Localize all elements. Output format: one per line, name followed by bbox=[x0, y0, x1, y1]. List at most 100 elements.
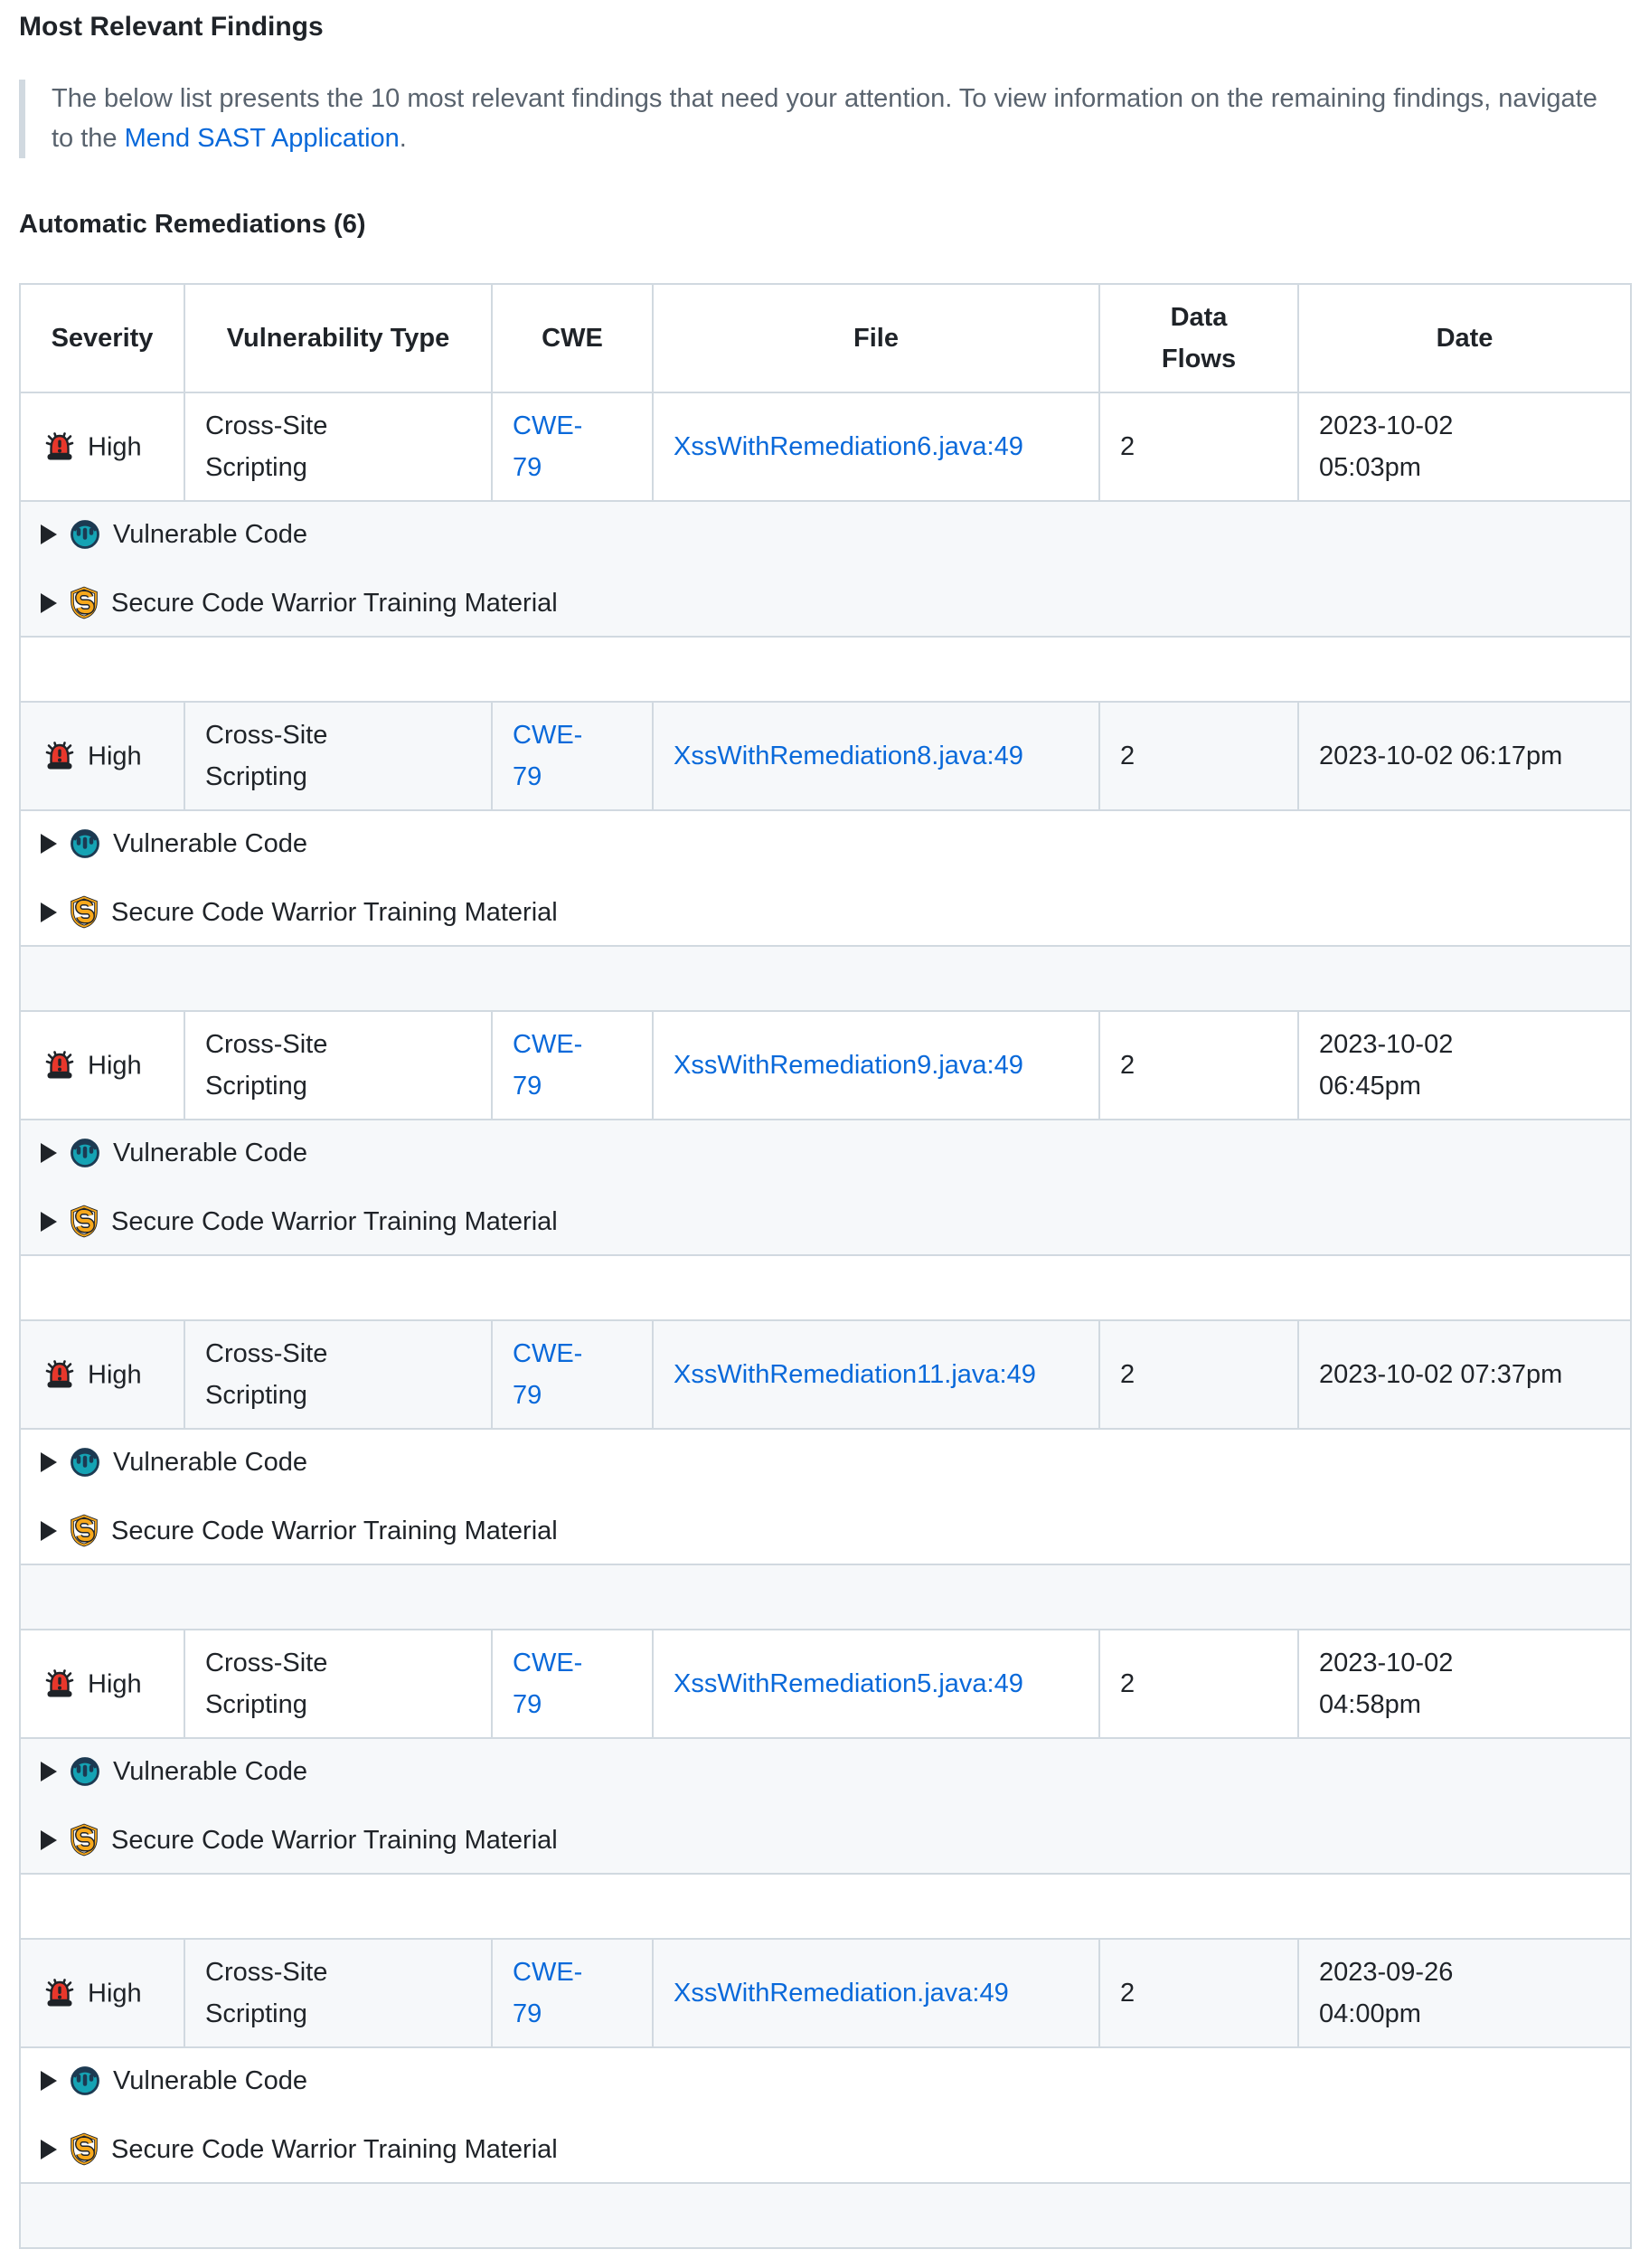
file-cell: XssWithRemediation11.java:49 bbox=[653, 1320, 1099, 1429]
date-cell: 2023-10-02 07:37pm bbox=[1298, 1320, 1631, 1429]
training-material-summary[interactable]: Secure Code Warrior Training Material bbox=[41, 1510, 1610, 1552]
spacer-row bbox=[20, 1874, 1631, 1939]
secure-code-warrior-icon bbox=[69, 586, 99, 619]
details-row: Vulnerable Code Secure Code Warrior Trai… bbox=[20, 2047, 1631, 2183]
col-header-cwe: CWE bbox=[492, 284, 653, 392]
data-flows-cell: 2 bbox=[1099, 702, 1298, 810]
vulnerable-code-details: Vulnerable Code bbox=[41, 823, 1610, 865]
type-cell: Cross-Site Scripting bbox=[184, 1939, 492, 2047]
expand-triangle-icon bbox=[41, 1830, 57, 1850]
finding-row: High Cross-Site Scripting CWE-79 XssWith… bbox=[20, 702, 1631, 810]
vulnerable-code-details: Vulnerable Code bbox=[41, 2060, 1610, 2102]
finding-row: High Cross-Site Scripting CWE-79 XssWith… bbox=[20, 1630, 1631, 1738]
severity-cell: High bbox=[20, 1011, 184, 1120]
details-cell: Vulnerable Code Secure Code Warrior Trai… bbox=[20, 1120, 1631, 1255]
data-flows-cell: 2 bbox=[1099, 1939, 1298, 2047]
expand-triangle-icon bbox=[41, 902, 57, 922]
training-material-details: Secure Code Warrior Training Material bbox=[41, 1510, 1610, 1552]
spacer-row bbox=[20, 946, 1631, 1011]
date-cell: 2023-10-02 06:45pm bbox=[1298, 1011, 1631, 1120]
vulnerable-code-icon bbox=[69, 827, 101, 860]
details-row: Vulnerable Code Secure Code Warrior Trai… bbox=[20, 1738, 1631, 1874]
high-severity-icon bbox=[41, 738, 79, 774]
severity-cell: High bbox=[20, 1939, 184, 2047]
vulnerable-code-summary[interactable]: Vulnerable Code bbox=[41, 1751, 1610, 1792]
vulnerable-code-summary[interactable]: Vulnerable Code bbox=[41, 514, 1610, 555]
vulnerable-code-icon bbox=[69, 1137, 101, 1169]
type-cell: Cross-Site Scripting bbox=[184, 1630, 492, 1738]
training-material-summary[interactable]: Secure Code Warrior Training Material bbox=[41, 1201, 1610, 1243]
cwe-cell: CWE-79 bbox=[492, 1320, 653, 1429]
cwe-link[interactable]: CWE-79 bbox=[513, 714, 599, 798]
expand-triangle-icon bbox=[41, 1143, 57, 1163]
secure-code-warrior-icon bbox=[69, 1205, 99, 1238]
cwe-link[interactable]: CWE-79 bbox=[513, 1333, 599, 1416]
vulnerable-code-details: Vulnerable Code bbox=[41, 1751, 1610, 1792]
notice-blockquote: The below list presents the 10 most rele… bbox=[19, 80, 1630, 158]
high-severity-icon bbox=[41, 1975, 79, 2011]
cwe-cell: CWE-79 bbox=[492, 392, 653, 501]
cwe-link[interactable]: CWE-79 bbox=[513, 1951, 599, 2035]
file-link[interactable]: XssWithRemediation5.java:49 bbox=[674, 1669, 1023, 1698]
spacer-row bbox=[20, 637, 1631, 702]
expand-triangle-icon bbox=[41, 834, 57, 854]
details-cell: Vulnerable Code Secure Code Warrior Trai… bbox=[20, 1738, 1631, 1874]
expand-triangle-icon bbox=[41, 2071, 57, 2091]
training-material-summary[interactable]: Secure Code Warrior Training Material bbox=[41, 892, 1610, 933]
data-flows-cell: 2 bbox=[1099, 392, 1298, 501]
vulnerable-code-icon bbox=[69, 1755, 101, 1788]
file-link[interactable]: XssWithRemediation11.java:49 bbox=[674, 1360, 1036, 1389]
cwe-cell: CWE-79 bbox=[492, 1011, 653, 1120]
file-link[interactable]: XssWithRemediation6.java:49 bbox=[674, 432, 1023, 461]
details-cell: Vulnerable Code Secure Code Warrior Trai… bbox=[20, 2047, 1631, 2183]
spacer-row bbox=[20, 1564, 1631, 1630]
details-row: Vulnerable Code Secure Code Warrior Trai… bbox=[20, 1120, 1631, 1255]
mend-sast-application-link[interactable]: Mend SAST Application bbox=[125, 124, 400, 153]
expand-triangle-icon bbox=[41, 524, 57, 544]
training-material-summary[interactable]: Secure Code Warrior Training Material bbox=[41, 582, 1610, 624]
expand-triangle-icon bbox=[41, 2140, 57, 2159]
vulnerable-code-summary[interactable]: Vulnerable Code bbox=[41, 2060, 1610, 2102]
notice-text-after: . bbox=[400, 124, 407, 153]
col-header-date: Date bbox=[1298, 284, 1631, 392]
expand-triangle-icon bbox=[41, 593, 57, 613]
type-cell: Cross-Site Scripting bbox=[184, 1011, 492, 1120]
type-cell: Cross-Site Scripting bbox=[184, 702, 492, 810]
severity-label: High bbox=[88, 1360, 142, 1389]
training-material-details: Secure Code Warrior Training Material bbox=[41, 1201, 1610, 1243]
cwe-link[interactable]: CWE-79 bbox=[513, 405, 599, 488]
date-cell: 2023-10-02 05:03pm bbox=[1298, 392, 1631, 501]
severity-cell: High bbox=[20, 1320, 184, 1429]
file-cell: XssWithRemediation8.java:49 bbox=[653, 702, 1099, 810]
file-cell: XssWithRemediation6.java:49 bbox=[653, 392, 1099, 501]
training-material-summary[interactable]: Secure Code Warrior Training Material bbox=[41, 1819, 1610, 1861]
file-link[interactable]: XssWithRemediation9.java:49 bbox=[674, 1051, 1023, 1080]
details-row: Vulnerable Code Secure Code Warrior Trai… bbox=[20, 501, 1631, 637]
high-severity-icon bbox=[41, 429, 79, 465]
expand-triangle-icon bbox=[41, 1212, 57, 1232]
type-cell: Cross-Site Scripting bbox=[184, 392, 492, 501]
secure-code-warrior-icon bbox=[69, 2132, 99, 2166]
severity-label: High bbox=[88, 742, 142, 770]
vulnerable-code-icon bbox=[69, 518, 101, 551]
cwe-link[interactable]: CWE-79 bbox=[513, 1024, 599, 1107]
training-material-details: Secure Code Warrior Training Material bbox=[41, 892, 1610, 933]
details-cell: Vulnerable Code Secure Code Warrior Trai… bbox=[20, 501, 1631, 637]
date-cell: 2023-10-02 04:58pm bbox=[1298, 1630, 1631, 1738]
vulnerable-code-summary[interactable]: Vulnerable Code bbox=[41, 1132, 1610, 1174]
vulnerable-code-summary[interactable]: Vulnerable Code bbox=[41, 823, 1610, 865]
finding-row: High Cross-Site Scripting CWE-79 XssWith… bbox=[20, 1320, 1631, 1429]
vulnerable-code-details: Vulnerable Code bbox=[41, 1132, 1610, 1174]
file-link[interactable]: XssWithRemediation8.java:49 bbox=[674, 742, 1023, 770]
finding-row: High Cross-Site Scripting CWE-79 XssWith… bbox=[20, 1011, 1631, 1120]
training-material-summary[interactable]: Secure Code Warrior Training Material bbox=[41, 2129, 1610, 2170]
file-cell: XssWithRemediation9.java:49 bbox=[653, 1011, 1099, 1120]
high-severity-icon bbox=[41, 1666, 79, 1702]
col-header-data-flows: Data Flows bbox=[1099, 284, 1298, 392]
vulnerable-code-summary[interactable]: Vulnerable Code bbox=[41, 1441, 1610, 1483]
findings-table: Severity Vulnerability Type CWE File Dat… bbox=[19, 283, 1632, 2249]
notice-text: The below list presents the 10 most rele… bbox=[52, 80, 1604, 158]
cwe-link[interactable]: CWE-79 bbox=[513, 1642, 599, 1725]
severity-label: High bbox=[88, 1979, 142, 2008]
file-link[interactable]: XssWithRemediation.java:49 bbox=[674, 1979, 1009, 2008]
